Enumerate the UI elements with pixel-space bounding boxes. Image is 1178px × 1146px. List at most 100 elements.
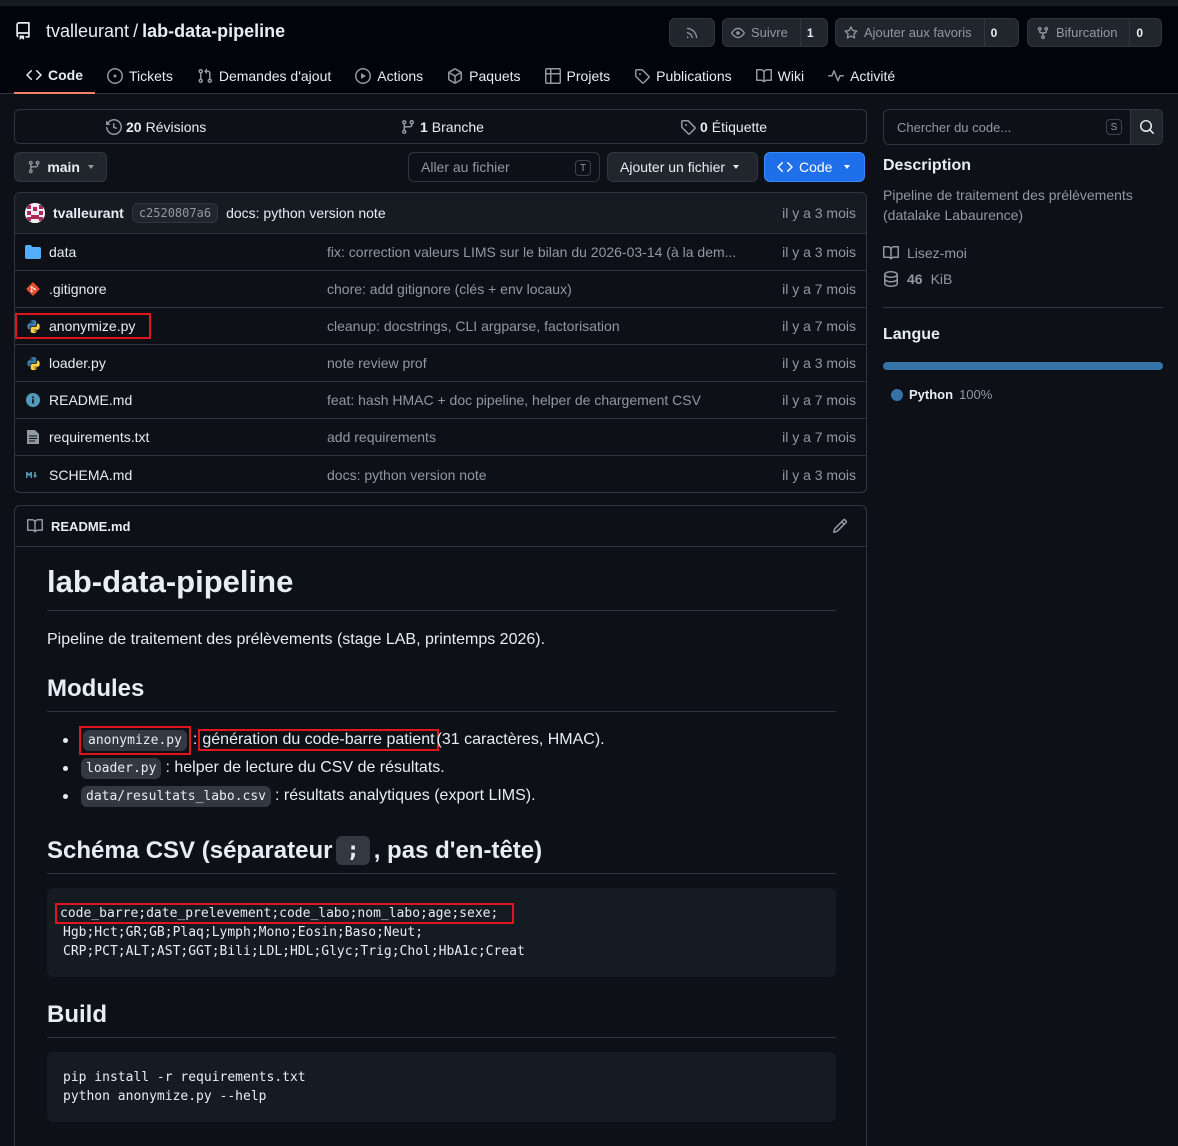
book-icon [27,518,43,533]
tab-pull-requests[interactable]: Demandes d'ajout [185,58,343,94]
branch-icon [28,160,40,174]
language-bar [883,362,1163,370]
rss-button[interactable] [669,18,715,47]
pulse-icon [828,70,845,82]
commit-author[interactable]: tvalleurant [53,205,124,221]
add-file-label: Ajouter un fichier [620,159,726,175]
file-link-schema[interactable]: SCHEMA.md [25,467,132,483]
tags-link[interactable]: 0 Étiquette [680,119,767,135]
description-heading: Description [883,157,972,174]
file-commit-message[interactable]: fix: correction valeurs LIMS sur le bila… [327,244,736,260]
star-count: 0 [983,19,1004,46]
repo-owner-link[interactable]: tvalleurant [46,21,129,42]
branch-name: main [47,159,80,175]
branches-link[interactable]: 1 Branche [400,119,484,135]
file-commit-message[interactable]: add requirements [327,429,436,445]
tab-code[interactable]: Code [14,58,95,94]
add-file-button[interactable]: Ajouter un fichier [607,152,758,182]
tab-issues-label: Tickets [129,68,173,84]
repo-title: tvalleurant / lab-data-pipeline [14,20,285,42]
search-button[interactable] [1130,110,1162,144]
tab-actions[interactable]: Actions [343,58,435,94]
code-button-label: Code [799,159,833,175]
file-link-readme[interactable]: README.md [25,392,132,408]
readme-panel: README.md lab-data-pipeline Pipeline de … [14,505,867,1146]
file-link-requirements[interactable]: requirements.txt [25,429,149,445]
code-dropdown-button[interactable]: Code [764,152,865,182]
highlight-box: anonymize.py [79,725,191,755]
branch-selector[interactable]: main [14,152,107,182]
sidebar-divider [883,307,1163,308]
latest-commit-row: tvalleurant c2520807a6 docs: python vers… [15,193,866,234]
tab-projects-label: Projets [566,68,611,84]
tab-packages[interactable]: Paquets [435,58,532,94]
tab-issues[interactable]: Tickets [95,58,185,94]
readme-file-label[interactable]: README.md [51,519,130,534]
branches-label: Branche [431,118,484,135]
tab-actions-label: Actions [377,68,424,84]
file-link-loader[interactable]: loader.py [25,355,106,371]
file-name: anonymize.py [49,318,136,334]
commit-time: il y a 3 mois [782,205,856,221]
file-row: SCHEMA.md docs: python version note il y… [15,456,866,492]
repo-size-unit: KiB [930,271,953,287]
file-commit-time: il y a 3 mois [782,244,856,260]
folder-icon [25,244,41,260]
code-icon [777,161,793,173]
code-icon [26,69,42,81]
build-code-block: pip install -r requirements.txt python an… [47,1052,836,1122]
list-item: loader.py : helper de lecture du CSV de … [47,754,836,782]
file-link-anonymize[interactable]: anonymize.py [15,313,152,339]
tab-packages-label: Paquets [469,68,521,84]
revisions-link[interactable]: 20 Révisions [106,119,206,135]
file-commit-message[interactable]: note review prof [327,355,427,371]
tab-releases[interactable]: Publications [622,58,744,94]
language-item[interactable]: Python 100% [883,387,1163,402]
list-item: data/resultats_labo.csv : résultats anal… [47,782,836,810]
readme-content: lab-data-pipeline Pipeline de traitement… [47,564,836,1146]
readme-header: README.md [15,506,866,547]
watch-button[interactable]: Suivre 1 [722,18,828,47]
file-link-data[interactable]: data [25,244,76,260]
commit-message[interactable]: docs: python version note [226,205,386,221]
readme-link[interactable]: Lisez-moi [883,245,1163,261]
commit-sha[interactable]: c2520807a6 [131,203,219,223]
revisions-count: 20 [126,118,142,135]
file-name: SCHEMA.md [49,466,133,483]
goto-file-input[interactable]: Aller au fichier T [408,152,600,182]
file-commit-message[interactable]: feat: hash HMAC + doc pipeline, helper d… [327,392,701,408]
file-commit-time: il y a 3 mois [782,355,856,371]
eye-icon [731,27,745,38]
pencil-icon[interactable] [832,518,848,537]
language-percent: 100% [959,387,993,402]
tags-count: 0 [700,118,708,135]
issue-icon [107,68,123,84]
file-commit-time: il y a 7 mois [782,392,856,408]
star-button[interactable]: Ajouter aux favoris 0 [835,18,1019,47]
modules-list: anonymize.py : génération du code-barre … [47,725,836,810]
repo-name-link[interactable]: lab-data-pipeline [142,21,285,42]
table-icon [544,68,561,84]
file-name: data [49,244,77,260]
fork-button[interactable]: Bifurcation 0 [1027,18,1162,47]
chevron-down-icon [733,165,740,169]
file-link-gitignore[interactable]: .gitignore [25,281,107,297]
file-name: README.md [49,392,133,408]
avatar[interactable] [25,203,45,223]
tab-projects[interactable]: Projets [533,58,623,94]
fork-icon [1037,26,1049,39]
build-line: pip install -r requirements.txt [63,1070,306,1085]
tab-activity[interactable]: Activité [816,58,907,94]
schema-separator-code: ; [336,836,370,865]
git-icon [25,281,41,297]
code-search-input[interactable]: Chercher du code... S [884,110,1130,144]
goto-file-placeholder: Aller au fichier [421,159,510,175]
file-commit-message[interactable]: chore: add gitignore (clés + env locaux) [327,281,572,297]
schema-line-highlighted: code_barre;date_prelevement;code_labo;no… [54,903,820,924]
file-commit-message[interactable]: cleanup: docstrings, CLI argparse, facto… [327,318,620,334]
modules-heading: Modules [47,675,836,712]
tab-wiki[interactable]: Wiki [744,58,816,94]
repo-header: tvalleurant / lab-data-pipeline Suivre 1… [0,0,1178,94]
schema-heading: Schéma CSV (séparateur ; , pas d'en-tête… [47,836,836,874]
file-commit-message[interactable]: docs: python version note [327,467,487,483]
